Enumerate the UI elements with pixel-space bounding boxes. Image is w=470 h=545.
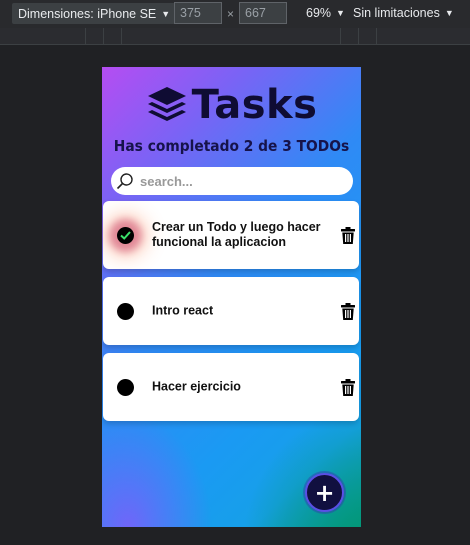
todo-text: Crear un Todo y luego hacer funcional la… bbox=[152, 220, 321, 249]
search-bar[interactable] bbox=[111, 167, 353, 195]
app-title: Tasks bbox=[191, 82, 318, 128]
complete-toggle[interactable] bbox=[117, 227, 134, 244]
todo-text: Hacer ejercicio bbox=[152, 379, 241, 394]
todo-item: Crear un Todo y luego hacer funcional la… bbox=[103, 201, 359, 269]
trash-icon[interactable] bbox=[341, 227, 355, 244]
search-input[interactable] bbox=[140, 173, 330, 189]
ruler-tick bbox=[85, 28, 86, 45]
device-select[interactable]: Dimensiones: iPhone SE ▼ bbox=[12, 3, 177, 24]
device-label: Dimensiones: iPhone SE bbox=[18, 6, 157, 21]
layers-icon bbox=[147, 87, 186, 121]
width-input[interactable]: 375 bbox=[174, 2, 222, 24]
caret-down-icon: ▼ bbox=[336, 8, 345, 18]
dimension-separator: × bbox=[227, 7, 235, 21]
check-icon bbox=[120, 231, 131, 240]
caret-down-icon: ▼ bbox=[444, 8, 454, 18]
devtools-device-toolbar: Dimensiones: iPhone SE ▼ 375 × 667 69% ▼… bbox=[0, 0, 470, 28]
zoom-select[interactable]: 69% ▼ bbox=[306, 6, 345, 20]
todo-item: Intro react bbox=[103, 277, 359, 345]
ruler-tick bbox=[376, 28, 377, 45]
todo-item: Hacer ejercicio bbox=[103, 353, 359, 421]
search-icon bbox=[116, 173, 133, 190]
ruler-tick bbox=[358, 28, 359, 45]
throttling-select[interactable]: Sin limitaciones ▼ bbox=[353, 6, 454, 20]
throttling-label: Sin limitaciones bbox=[353, 6, 440, 20]
app-header: Tasks bbox=[102, 85, 361, 125]
complete-toggle[interactable] bbox=[117, 379, 134, 396]
ruler-tick bbox=[121, 28, 122, 45]
caret-down-icon: ▼ bbox=[161, 8, 171, 19]
ruler-tick bbox=[340, 28, 341, 45]
complete-toggle[interactable] bbox=[117, 303, 134, 320]
device-viewport: Tasks Has completado 2 de 3 TODOs Crear … bbox=[102, 67, 361, 527]
trash-icon[interactable] bbox=[341, 379, 355, 396]
add-todo-button[interactable]: + bbox=[305, 473, 344, 512]
ruler-tick bbox=[103, 28, 104, 45]
todo-counter: Has completado 2 de 3 TODOs bbox=[113, 137, 350, 155]
media-query-ruler[interactable] bbox=[0, 28, 470, 45]
trash-icon[interactable] bbox=[341, 303, 355, 320]
zoom-label: 69% bbox=[306, 6, 332, 20]
todo-text: Intro react bbox=[152, 303, 214, 318]
height-input[interactable]: 667 bbox=[239, 2, 287, 24]
